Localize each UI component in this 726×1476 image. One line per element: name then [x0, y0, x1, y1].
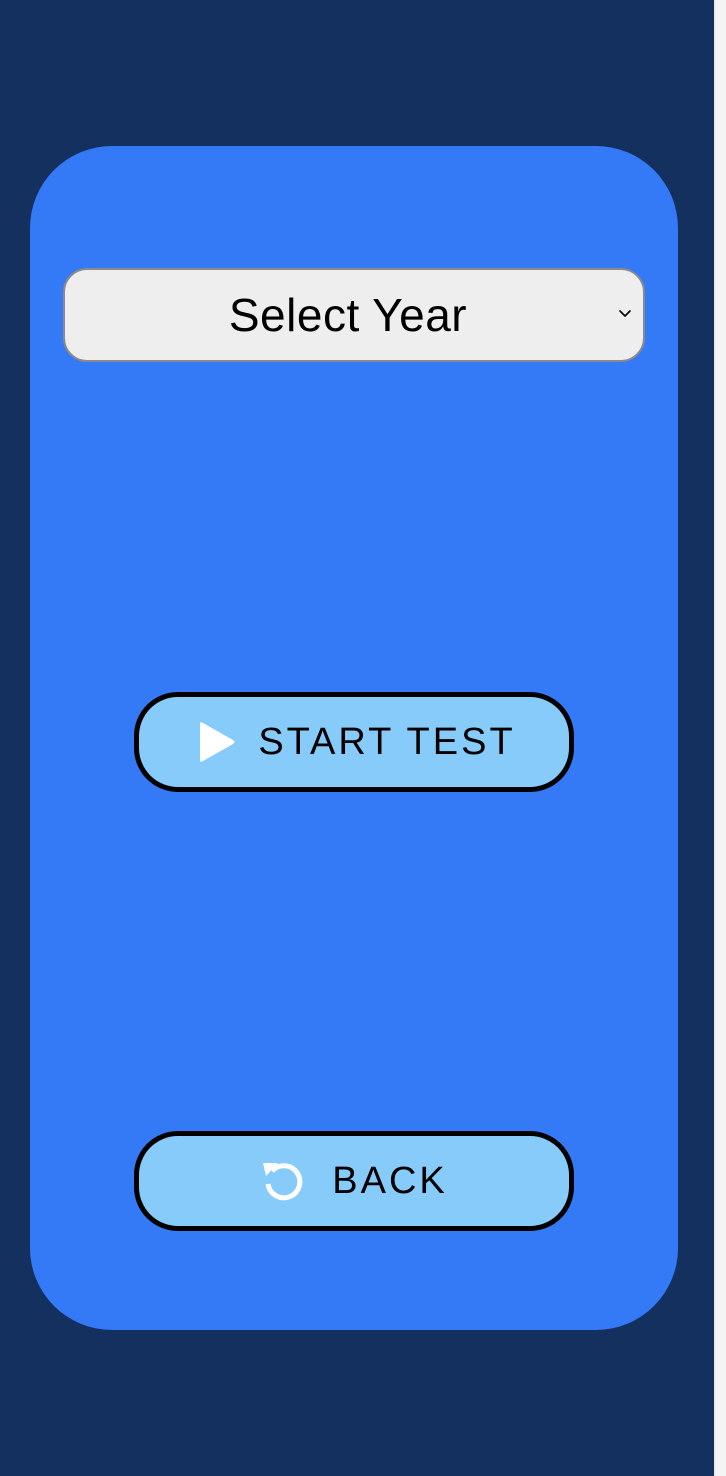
- page-edge-strip: [714, 0, 726, 1476]
- play-icon: [200, 722, 235, 762]
- start-test-button[interactable]: START TEST: [134, 692, 574, 792]
- undo-icon: [263, 1163, 303, 1201]
- year-select-label: Select Year: [228, 289, 468, 341]
- start-test-label: START TEST: [258, 720, 516, 763]
- year-select[interactable]: Select Year: [63, 268, 645, 362]
- menu-card: Select Year START TEST BACK: [30, 146, 678, 1330]
- chevron-down-icon: [619, 310, 631, 317]
- back-label: BACK: [332, 1159, 448, 1202]
- back-button[interactable]: BACK: [134, 1131, 574, 1231]
